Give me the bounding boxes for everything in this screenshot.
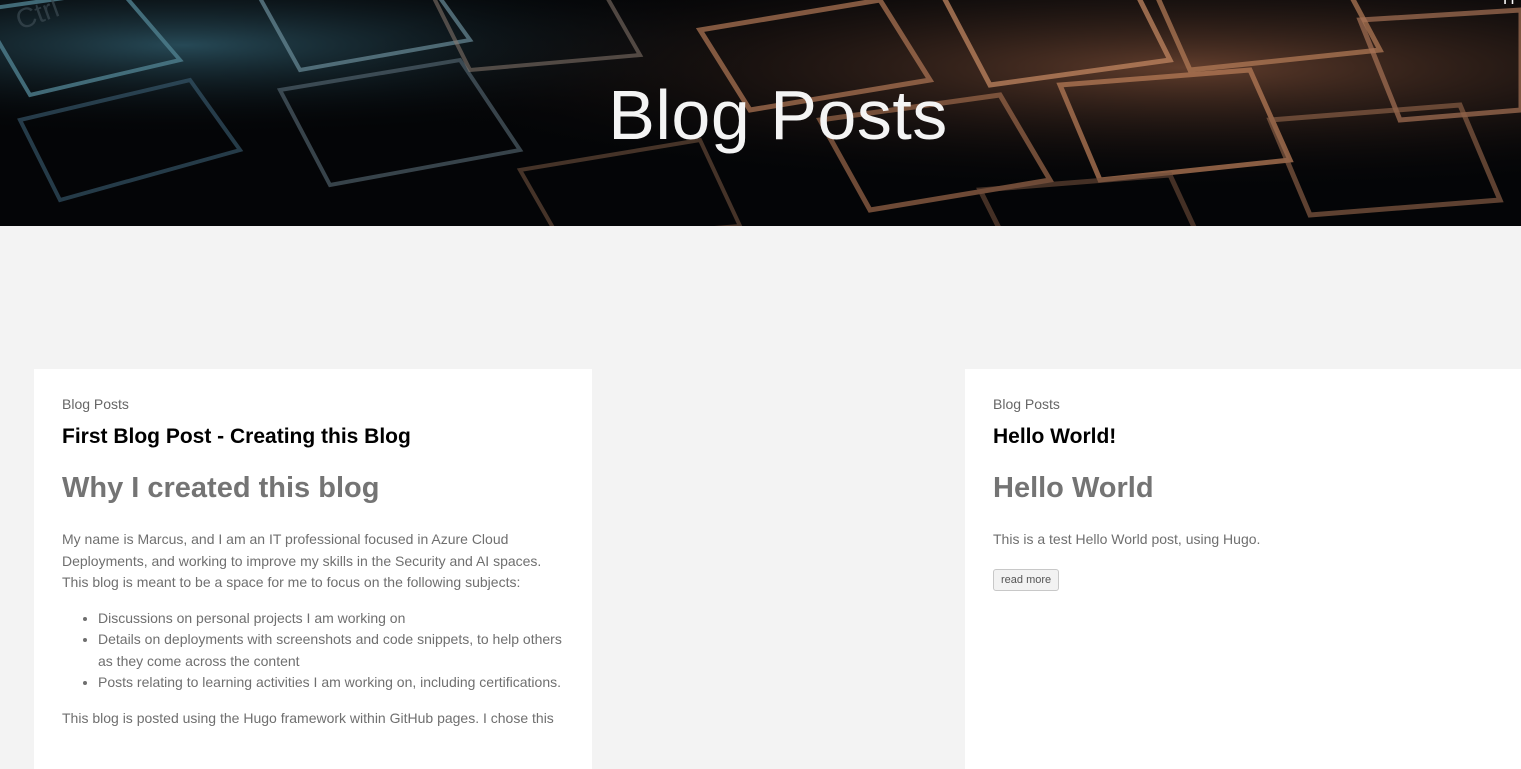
post-card-first-blog-post: Blog Posts First Blog Post - Creating th… — [34, 369, 592, 769]
list-item: Posts relating to learning activities I … — [98, 672, 564, 694]
hero-banner: Ctrl Blog Posts H — [0, 0, 1521, 226]
post-heading: Why I created this blog — [62, 472, 380, 504]
post-title-link[interactable]: First Blog Post - Creating this Blog — [62, 425, 564, 449]
read-more-button[interactable]: read more — [993, 568, 1060, 591]
post-category[interactable]: Blog Posts — [62, 395, 564, 413]
post-framework-paragraph: This blog is posted using the Hugo frame… — [62, 709, 554, 726]
post-summary: This is a test Hello World post, using H… — [993, 531, 1261, 547]
nav-link-partial[interactable]: H — [1503, 0, 1515, 9]
list-item: Discussions on personal projects I am wo… — [98, 608, 564, 630]
post-title-link[interactable]: Hello World! — [993, 425, 1493, 449]
post-category[interactable]: Blog Posts — [993, 395, 1493, 413]
list-item: Details on deployments with screenshots … — [98, 629, 564, 672]
post-intro-paragraph: My name is Marcus, and I am an IT profes… — [62, 531, 542, 590]
post-heading: Hello World — [993, 472, 1154, 504]
post-card-hello-world: Blog Posts Hello World! Hello World This… — [965, 369, 1521, 769]
post-subject-list: Discussions on personal projects I am wo… — [62, 608, 564, 694]
page-title: Blog Posts — [608, 76, 948, 154]
